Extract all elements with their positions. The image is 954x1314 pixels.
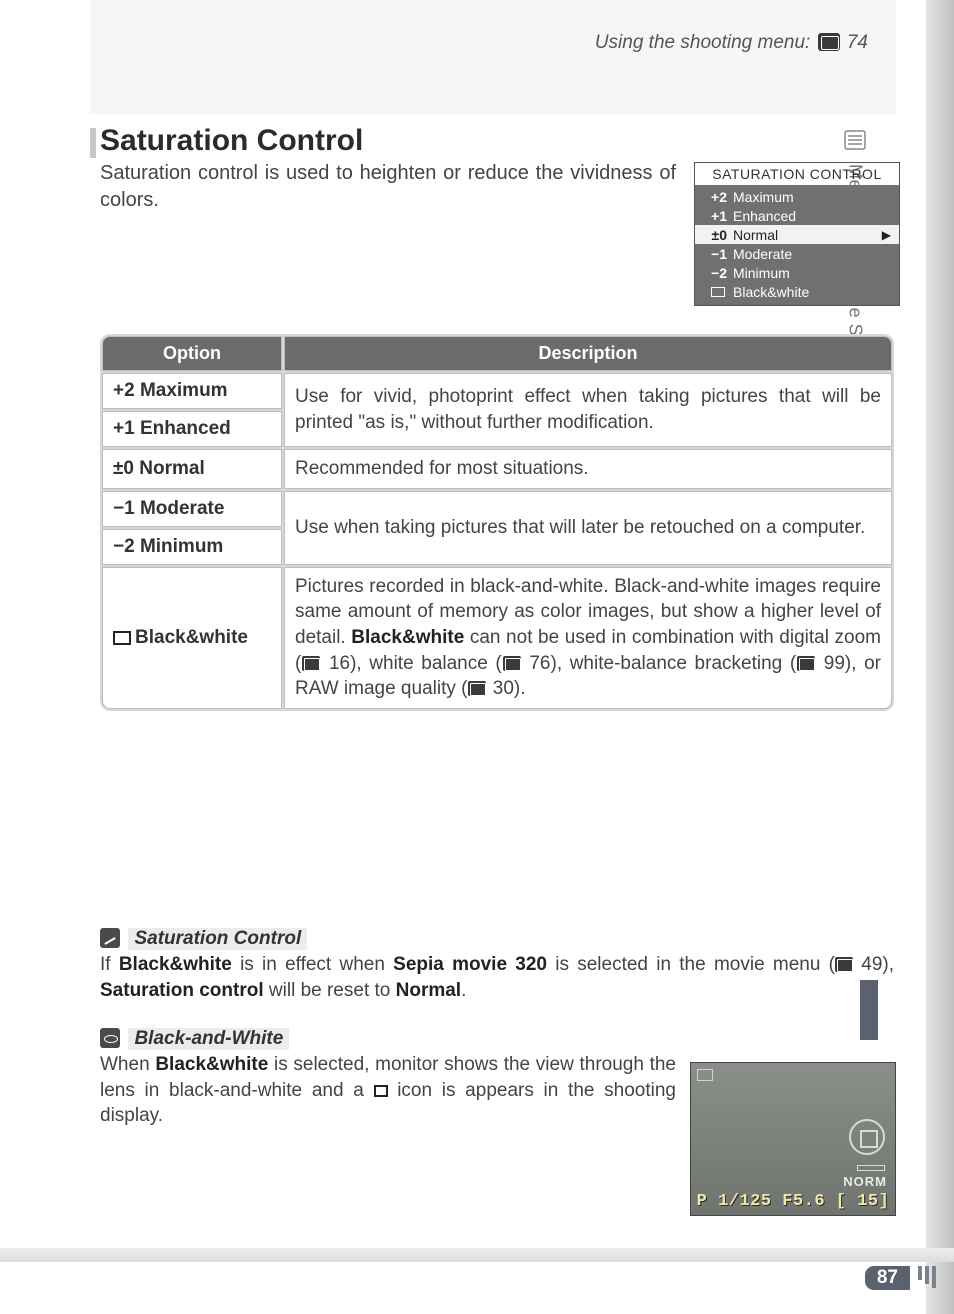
camera-ref-icon xyxy=(835,957,853,972)
note-text: If xyxy=(100,954,119,975)
note-paragraph: If Black&white is in effect when Sepia m… xyxy=(100,952,894,1003)
option-cell: +1 Enhanced xyxy=(102,411,282,447)
lcd-norm-label: NORM xyxy=(843,1174,887,1189)
table-head-option: Option xyxy=(102,336,282,371)
section-title: Saturation Control xyxy=(100,124,363,158)
menu-row: −2Minimum xyxy=(695,263,899,282)
lcd-top-icon xyxy=(697,1069,713,1081)
note-text: is selected in the movie menu ( xyxy=(547,954,835,975)
page-ref: 49 xyxy=(861,954,882,975)
description-cell: Use when taking pictures that will later… xyxy=(284,491,892,565)
header-band xyxy=(90,0,896,114)
menu-row: −1Moderate xyxy=(695,244,899,263)
title-accent-bar xyxy=(90,128,96,158)
desc-text: ), white balance ( xyxy=(350,653,502,674)
note-heading: Black-and-White xyxy=(128,1028,289,1050)
option-cell: ±0 Normal xyxy=(102,449,282,489)
table-row: +2 Maximum Use for vivid, photoprint eff… xyxy=(102,373,892,409)
menu-row: +1Enhanced xyxy=(695,206,899,225)
page-content: Using the shooting menu: 74 Menu Guide—T… xyxy=(38,0,900,1276)
note-bold: Sepia movie 320 xyxy=(393,954,547,975)
page-edge-ticks xyxy=(918,1266,936,1288)
camera-ref-icon xyxy=(302,656,320,671)
pencil-note-icon xyxy=(100,928,120,948)
intro-paragraph: Saturation control is used to heighten o… xyxy=(100,160,676,214)
table-head-description: Description xyxy=(284,336,892,371)
footer-gradient-band xyxy=(0,1248,954,1262)
lcd-status-line: P 1/125 F5.6 [ 15] xyxy=(691,1192,895,1211)
page-ref: 30 xyxy=(493,678,514,699)
page-ref: 99 xyxy=(824,653,845,674)
option-cell-blackwhite: Black&white xyxy=(102,567,282,709)
note-bold: Saturation control xyxy=(100,980,264,1001)
description-cell: Use for vivid, photoprint effect when ta… xyxy=(284,373,892,447)
option-label: Black&white xyxy=(135,627,248,648)
lcd-zoom-bar xyxy=(857,1165,885,1171)
option-cell: −2 Minimum xyxy=(102,529,282,565)
option-cell: +2 Maximum xyxy=(102,373,282,409)
page-ref: 16 xyxy=(329,653,350,674)
note-heading: Saturation Control xyxy=(128,928,307,950)
page-edge-shadow xyxy=(926,0,954,1314)
options-table: Option Description +2 Maximum Use for vi… xyxy=(100,334,894,711)
eye-note-icon xyxy=(100,1028,120,1048)
page-ref: 76 xyxy=(529,653,550,674)
menu-box-title: SATURATION CONTROL xyxy=(695,163,899,185)
note-text: When xyxy=(100,1054,155,1075)
blackwhite-box-icon xyxy=(113,631,131,645)
table-row: ±0 Normal Recommended for most situation… xyxy=(102,449,892,489)
table-header-row: Option Description xyxy=(102,336,892,371)
camera-ref-icon xyxy=(503,656,521,671)
menu-row: ±0Normal▶ xyxy=(695,225,899,244)
desc-bold: Black&white xyxy=(351,627,464,648)
note-paragraph: When Black&white is selected, monitor sh… xyxy=(100,1052,676,1129)
selected-arrow-icon: ▶ xyxy=(882,228,891,242)
lcd-lens-icon xyxy=(849,1119,885,1155)
camera-icon xyxy=(818,33,840,51)
menu-list-icon xyxy=(844,130,866,150)
menu-row: Black&white xyxy=(695,282,899,301)
note-text: will be reset to xyxy=(264,980,396,1001)
menu-box-body: +2Maximum+1Enhanced±0Normal▶−1Moderate−2… xyxy=(695,185,899,305)
note-saturation-control: Saturation Control If Black&white is in … xyxy=(100,928,894,1003)
note-bold: Normal xyxy=(396,980,461,1001)
blackwhite-icon xyxy=(711,287,725,297)
blackwhite-square-icon xyxy=(374,1085,388,1097)
breadcrumb-text: Using the shooting menu: xyxy=(595,32,810,53)
breadcrumb-page-ref: 74 xyxy=(847,32,868,53)
saturation-menu-box: SATURATION CONTROL +2Maximum+1Enhanced±0… xyxy=(694,162,900,306)
camera-ref-icon xyxy=(797,656,815,671)
note-text: is in effect when xyxy=(232,954,393,975)
table-row: Black&white Pictures recorded in black-a… xyxy=(102,567,892,709)
note-text: . xyxy=(461,980,466,1001)
note-text: ), xyxy=(882,954,894,975)
menu-row: +2Maximum xyxy=(695,187,899,206)
note-bold: Black&white xyxy=(119,954,232,975)
lcd-preview: NORM P 1/125 F5.6 [ 15] xyxy=(690,1062,896,1216)
desc-text: ), white-balance bracketing ( xyxy=(551,653,797,674)
option-cell: −1 Moderate xyxy=(102,491,282,527)
table-row: −1 Moderate Use when taking pictures tha… xyxy=(102,491,892,527)
camera-ref-icon xyxy=(468,681,486,696)
desc-text: ). xyxy=(514,678,526,699)
breadcrumb: Using the shooting menu: 74 xyxy=(38,32,900,54)
note-bold: Black&white xyxy=(155,1054,268,1075)
description-cell: Recommended for most situations. xyxy=(284,449,892,489)
page-number: 87 xyxy=(865,1266,910,1290)
description-cell: Pictures recorded in black-and-white. Bl… xyxy=(284,567,892,709)
